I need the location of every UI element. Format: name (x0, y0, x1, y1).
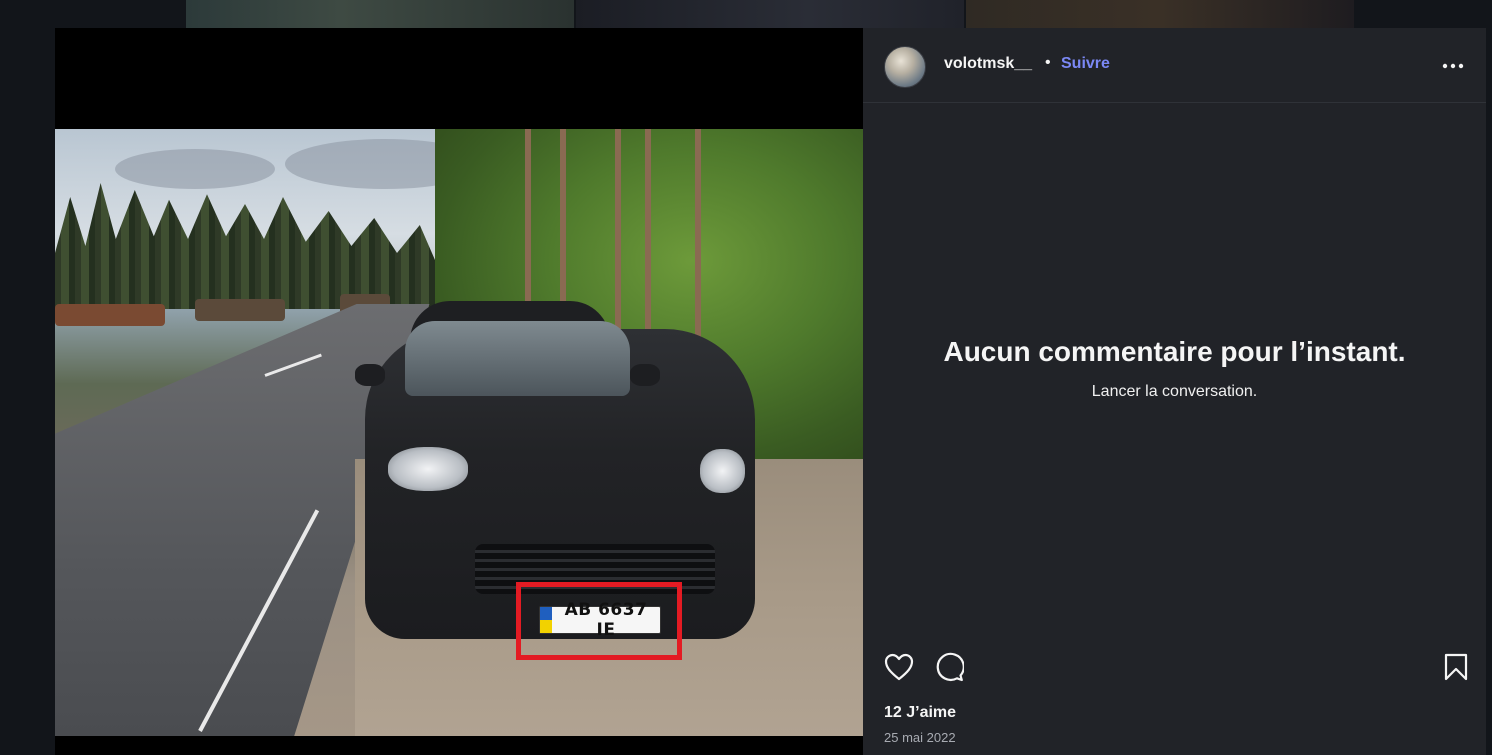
comment-icon (936, 652, 964, 682)
background-feed-thumbnail (576, 0, 964, 28)
photo-tree-trunk (645, 129, 651, 339)
post-photo: AB 6637 IE (55, 129, 863, 736)
save-button[interactable] (1439, 650, 1473, 684)
post-media: AB 6637 IE (55, 28, 863, 755)
photo-tree-trunk (695, 129, 701, 339)
more-horizontal-icon (1442, 63, 1464, 69)
avatar[interactable] (884, 46, 926, 88)
photo-destroyed-vehicle (55, 304, 165, 326)
photo-car-mirror (630, 364, 660, 386)
photo-tree-trunk (615, 129, 621, 339)
more-options-button[interactable] (1439, 52, 1467, 80)
photo-car-mirror (355, 364, 385, 386)
bookmark-icon (1444, 653, 1468, 681)
start-conversation-text: Lancer la conversation. (1091, 383, 1258, 400)
post-date[interactable]: 25 mai 2022 (884, 730, 956, 745)
like-button[interactable] (882, 650, 916, 684)
separator-dot: • (1045, 54, 1051, 71)
no-comments-title: Aucun commentaire pour l’instant. (943, 336, 1406, 367)
likes-count[interactable]: 12 J’aime (884, 704, 956, 722)
post-header: volotmsk__ • Suivre (863, 28, 1486, 103)
username-link[interactable]: volotmsk__ (944, 55, 1032, 73)
background-feed-thumbnail (186, 0, 574, 28)
post-side-panel: volotmsk__ • Suivre Aucun commentaire po… (863, 28, 1486, 755)
photo-car-headlight (700, 449, 745, 493)
photo-car-windshield (405, 321, 630, 396)
comment-button[interactable] (932, 650, 966, 684)
photo-car-headlight (388, 447, 468, 491)
heart-icon (884, 653, 914, 681)
plate-highlight-box (516, 582, 682, 660)
post-actions-bar (863, 648, 1486, 688)
photo-cloud (115, 149, 275, 189)
photo-destroyed-vehicle (195, 299, 285, 321)
follow-button[interactable]: Suivre (1061, 55, 1110, 73)
background-feed-thumbnail (966, 0, 1354, 28)
